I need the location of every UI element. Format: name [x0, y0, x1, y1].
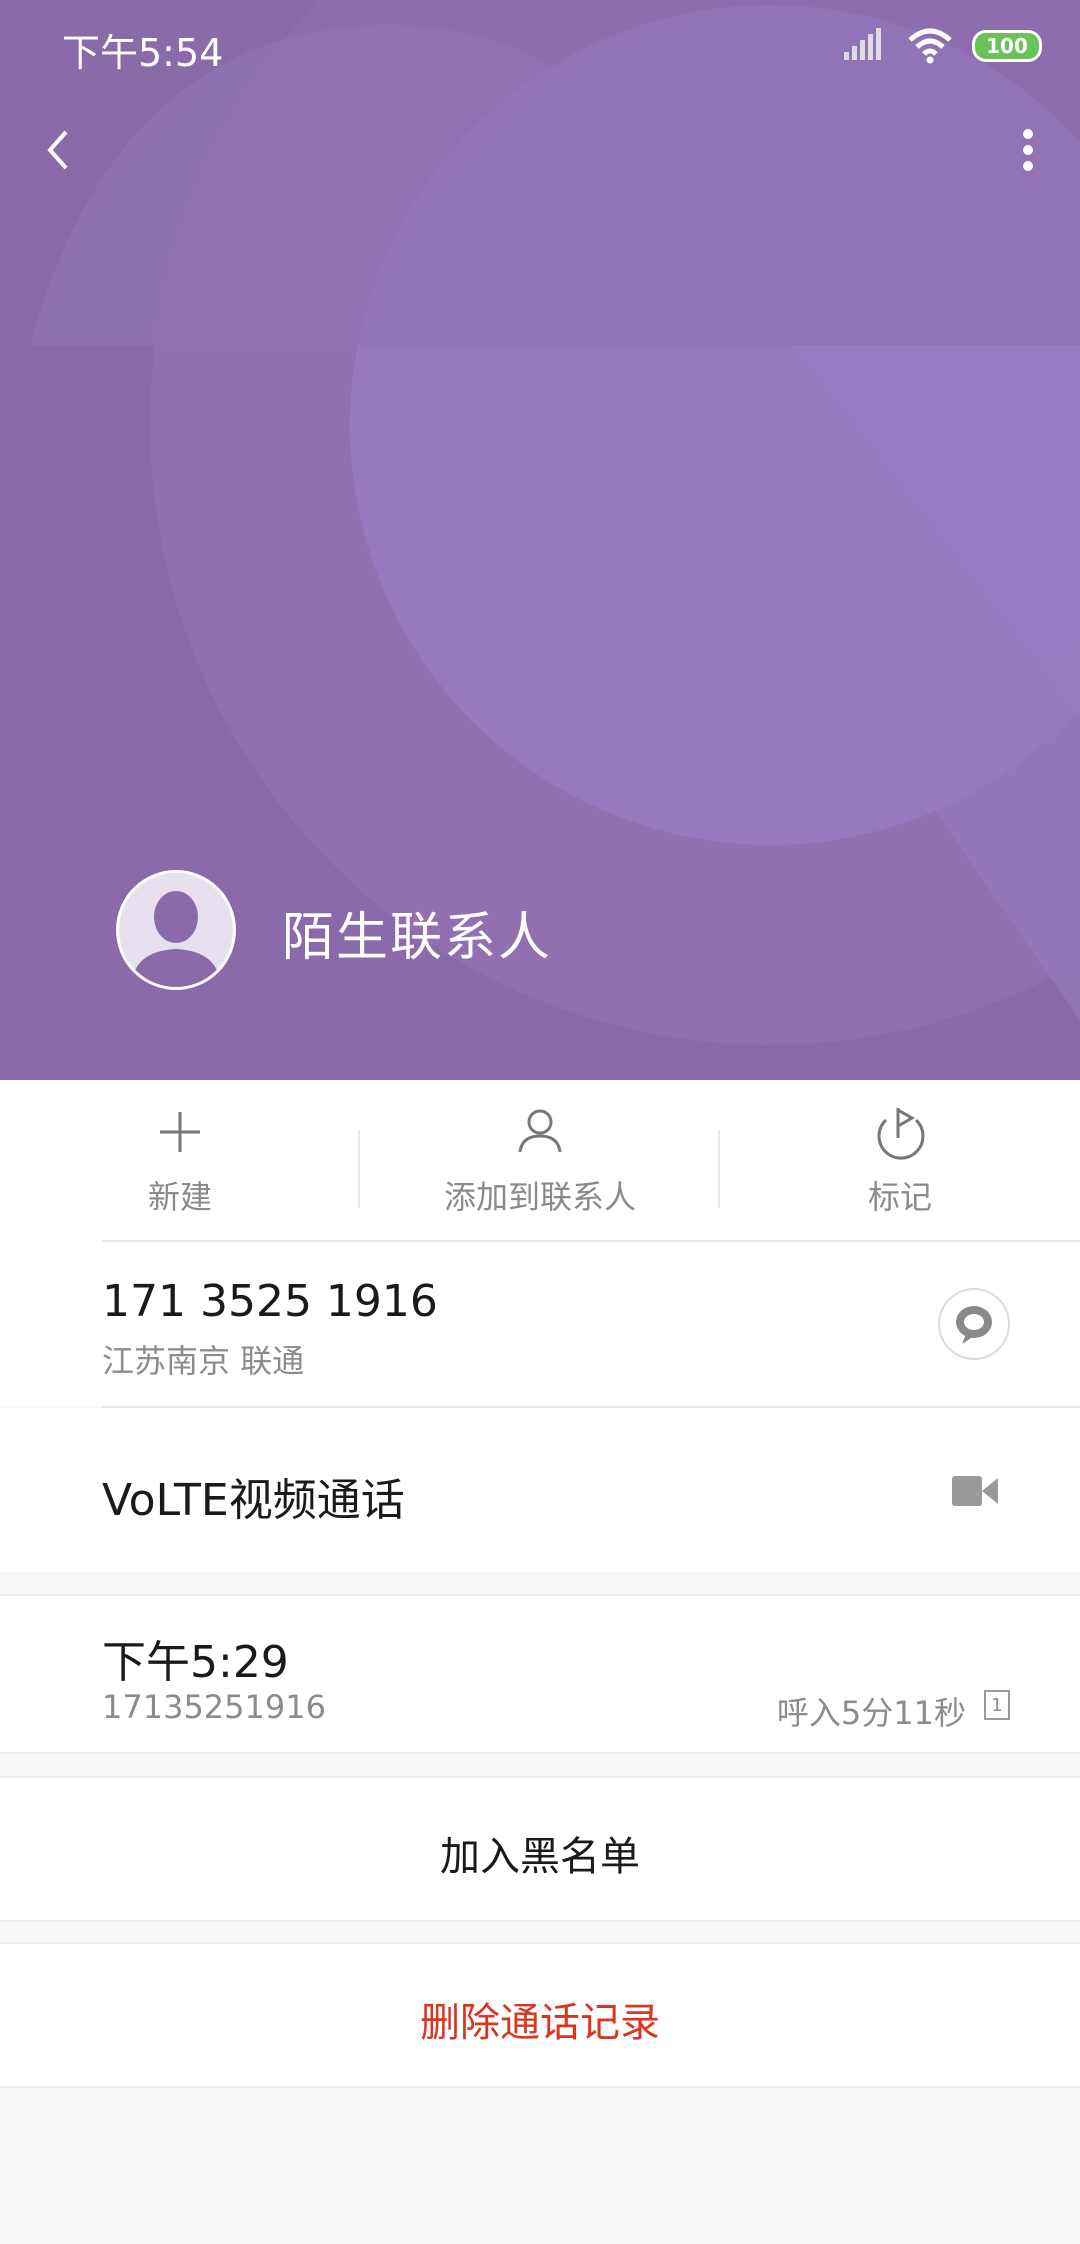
status-bar: 下午5:54 100: [0, 0, 1080, 92]
more-vertical-icon: [1023, 129, 1033, 171]
message-button[interactable]: [938, 1288, 1010, 1360]
more-options-button[interactable]: [998, 120, 1058, 180]
avatar: [116, 870, 236, 990]
person-add-icon: [518, 1109, 562, 1153]
contact-name: 陌生联系人: [282, 908, 553, 968]
volte-video-call-label: VoLTE视频通话: [102, 1475, 405, 1526]
status-time: 下午5:54: [62, 31, 224, 75]
new-contact-button[interactable]: 新建: [0, 1080, 360, 1242]
sim-card-icon: 1: [984, 1690, 1010, 1720]
contact-header: 下午5:54 100 陌生联系人: [0, 0, 1080, 1080]
back-button[interactable]: [30, 120, 90, 180]
action-row: 新建 添加到联系人 标记: [0, 1080, 1080, 1242]
phone-location: 江苏南京 联通: [102, 1342, 305, 1380]
mark-label: 标记: [867, 1178, 932, 1216]
mark-button[interactable]: 标记: [720, 1080, 1080, 1242]
call-log-duration: 呼入5分11秒: [776, 1694, 966, 1732]
person-silhouette-icon: [131, 891, 221, 987]
plus-icon: [160, 1112, 200, 1152]
message-icon: [956, 1306, 992, 1344]
add-to-blacklist-label: 加入黑名单: [440, 1834, 640, 1880]
wifi-icon: [908, 28, 952, 64]
phone-number: 171 3525 1916: [102, 1276, 438, 1327]
call-log-number: 17135251916: [102, 1688, 326, 1726]
call-log-time: 下午5:29: [102, 1637, 289, 1688]
add-to-contacts-label: 添加到联系人: [443, 1178, 636, 1216]
delete-call-log-label: 删除通话记录: [420, 2000, 660, 2046]
add-to-contacts-button[interactable]: 添加到联系人: [360, 1080, 720, 1242]
battery-icon: 100: [972, 30, 1042, 62]
flag-icon: [877, 1107, 925, 1160]
back-arrow-icon: [47, 130, 68, 170]
video-camera-icon[interactable]: [952, 1470, 998, 1512]
signal-icon: [844, 28, 881, 60]
new-contact-label: 新建: [147, 1178, 212, 1216]
